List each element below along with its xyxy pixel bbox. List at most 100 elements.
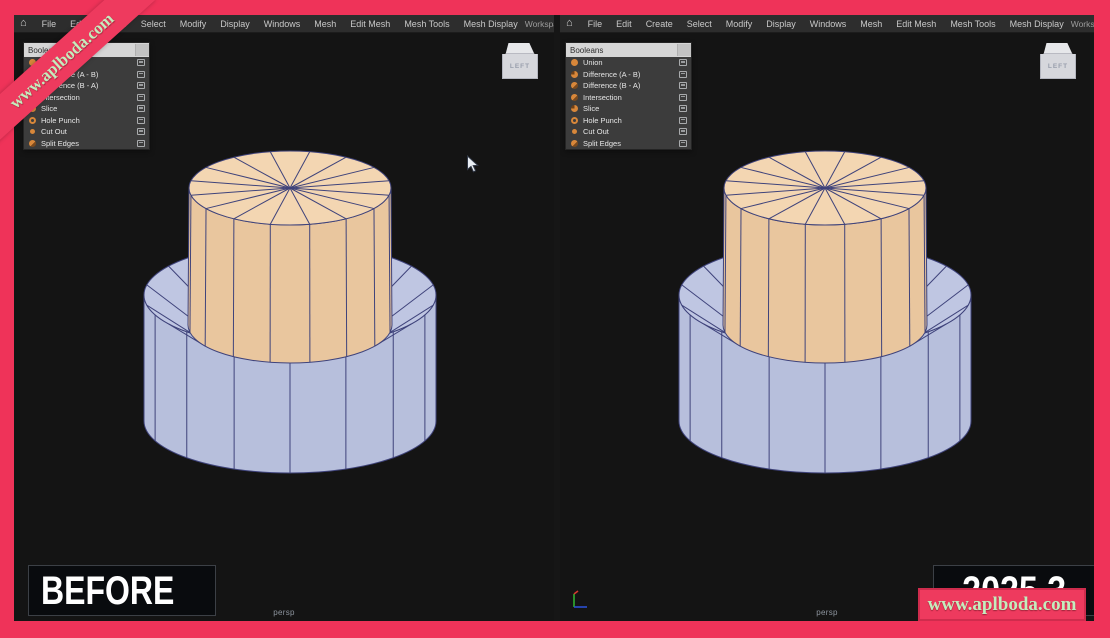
option-box-icon[interactable] — [679, 59, 687, 66]
menu-bar: ⌂ File Edit Create Select Modify Display… — [560, 15, 1094, 33]
camera-label: persp — [273, 608, 295, 617]
boolean-item-cut-out[interactable]: Cut Out — [24, 126, 149, 138]
boolean-item-hole-punch[interactable]: Hole Punch — [566, 115, 691, 127]
view-cube-front-face: LEFT — [502, 54, 538, 79]
view-cube-top-face — [1040, 43, 1076, 54]
split-edges-icon — [571, 140, 578, 147]
hole-punch-icon — [29, 117, 36, 124]
menu-display[interactable]: Display — [759, 19, 803, 29]
menu-mesh-display[interactable]: Mesh Display — [457, 19, 525, 29]
cut-out-icon — [30, 129, 35, 134]
before-caption: BEFORE — [28, 565, 216, 616]
booleans-panel: Booleans Union Difference (A - B) Differ… — [565, 42, 692, 150]
split-edges-icon — [29, 140, 36, 147]
option-box-icon[interactable] — [679, 94, 687, 101]
view-cube-top-face — [502, 43, 538, 54]
boolean-item-difference-b-a[interactable]: Difference (B - A) — [566, 80, 691, 92]
axis-gizmo-icon — [567, 586, 593, 612]
menu-select[interactable]: Select — [680, 19, 719, 29]
maya-window-left: ⌂ File Edit Create Select Modify Display… — [14, 15, 554, 621]
boolean-item-intersection[interactable]: Intersection — [566, 92, 691, 104]
boolean-item-label: Split Edges — [41, 139, 137, 148]
watermark-banner: www.aplboda.com — [918, 588, 1086, 621]
menu-windows[interactable]: Windows — [803, 19, 854, 29]
home-icon[interactable]: ⌂ — [20, 18, 27, 29]
boolean-item-union[interactable]: Union — [566, 57, 691, 69]
menu-windows[interactable]: Windows — [257, 19, 308, 29]
boolean-item-label: Split Edges — [583, 139, 679, 148]
boolean-item-cut-out[interactable]: Cut Out — [566, 126, 691, 138]
boolean-item-hole-punch[interactable]: Hole Punch — [24, 115, 149, 127]
boolean-item-label: Slice — [41, 104, 137, 113]
option-box-icon[interactable] — [679, 105, 687, 112]
boolean-item-label: Difference (A - B) — [583, 70, 679, 79]
workspace-label: Workspace: — [525, 19, 554, 29]
panel-header-box[interactable] — [677, 44, 691, 56]
option-box-icon[interactable] — [137, 71, 145, 78]
boolean-item-label: Hole Punch — [41, 116, 137, 125]
option-box-icon[interactable] — [679, 117, 687, 124]
option-box-icon[interactable] — [137, 82, 145, 89]
booleans-panel-header[interactable]: Booleans — [566, 43, 691, 57]
cut-out-icon — [572, 129, 577, 134]
menu-file[interactable]: File — [35, 19, 64, 29]
boolean-item-label: Intersection — [583, 93, 679, 102]
boolean-item-label: Union — [583, 58, 679, 67]
difference-a-b-icon — [571, 71, 578, 78]
difference-b-a-icon — [571, 82, 578, 89]
screenshot-root: { "app": { "home_icon_glyph": "⌂", "menu… — [0, 0, 1110, 638]
union-icon — [571, 59, 578, 66]
boolean-item-difference-a-b[interactable]: Difference (A - B) — [566, 69, 691, 81]
menu-edit-mesh[interactable]: Edit Mesh — [889, 19, 943, 29]
menu-modify[interactable]: Modify — [173, 19, 214, 29]
menu-mesh[interactable]: Mesh — [307, 19, 343, 29]
camera-label: persp — [816, 608, 838, 617]
option-box-icon[interactable] — [137, 105, 145, 112]
option-box-icon[interactable] — [679, 71, 687, 78]
option-box-icon[interactable] — [137, 59, 145, 66]
panel-header-box[interactable] — [135, 44, 149, 56]
viewport-right[interactable]: LEFT Booleans Union Difference (A - B) — [560, 33, 1094, 621]
option-box-icon[interactable] — [137, 117, 145, 124]
home-icon[interactable]: ⌂ — [566, 18, 573, 29]
boolean-item-label: Intersection — [41, 93, 137, 102]
boolean-item-label: Difference (B - A) — [583, 81, 679, 90]
app-frame: ⌂ File Edit Create Select Modify Display… — [14, 15, 1094, 621]
boolean-item-label: Cut Out — [583, 127, 679, 136]
boolean-item-split-edges[interactable]: Split Edges — [24, 138, 149, 150]
menu-create[interactable]: Create — [639, 19, 680, 29]
menu-edit-mesh[interactable]: Edit Mesh — [343, 19, 397, 29]
mouse-cursor-icon — [466, 155, 479, 174]
option-box-icon[interactable] — [137, 94, 145, 101]
workspace-label: Workspace: — [1071, 19, 1094, 29]
intersection-icon — [571, 94, 578, 101]
viewport-left[interactable]: LEFT Booleans Union Difference (A - B) — [14, 33, 554, 621]
menu-edit[interactable]: Edit — [609, 19, 639, 29]
menu-mesh[interactable]: Mesh — [853, 19, 889, 29]
option-box-icon[interactable] — [679, 128, 687, 135]
view-cube-front-face: LEFT — [1040, 54, 1076, 79]
menu-select[interactable]: Select — [134, 19, 173, 29]
menu-display[interactable]: Display — [213, 19, 257, 29]
menu-mesh-tools[interactable]: Mesh Tools — [397, 19, 456, 29]
hole-punch-icon — [571, 117, 578, 124]
view-cube[interactable]: LEFT — [1040, 43, 1076, 79]
slice-icon — [571, 105, 578, 112]
boolean-item-label: Hole Punch — [583, 116, 679, 125]
booleans-panel-title: Booleans — [570, 46, 603, 55]
option-box-icon[interactable] — [137, 140, 145, 147]
menu-modify[interactable]: Modify — [719, 19, 760, 29]
option-box-icon[interactable] — [679, 82, 687, 89]
option-box-icon[interactable] — [137, 128, 145, 135]
boolean-item-split-edges[interactable]: Split Edges — [566, 138, 691, 150]
boolean-item-label: Cut Out — [41, 127, 137, 136]
option-box-icon[interactable] — [679, 140, 687, 147]
boolean-item-slice[interactable]: Slice — [24, 103, 149, 115]
menu-mesh-tools[interactable]: Mesh Tools — [943, 19, 1002, 29]
maya-window-right: ⌂ File Edit Create Select Modify Display… — [560, 15, 1094, 621]
menu-file[interactable]: File — [581, 19, 610, 29]
boolean-item-slice[interactable]: Slice — [566, 103, 691, 115]
boolean-item-label: Slice — [583, 104, 679, 113]
view-cube[interactable]: LEFT — [502, 43, 538, 79]
menu-mesh-display[interactable]: Mesh Display — [1003, 19, 1071, 29]
